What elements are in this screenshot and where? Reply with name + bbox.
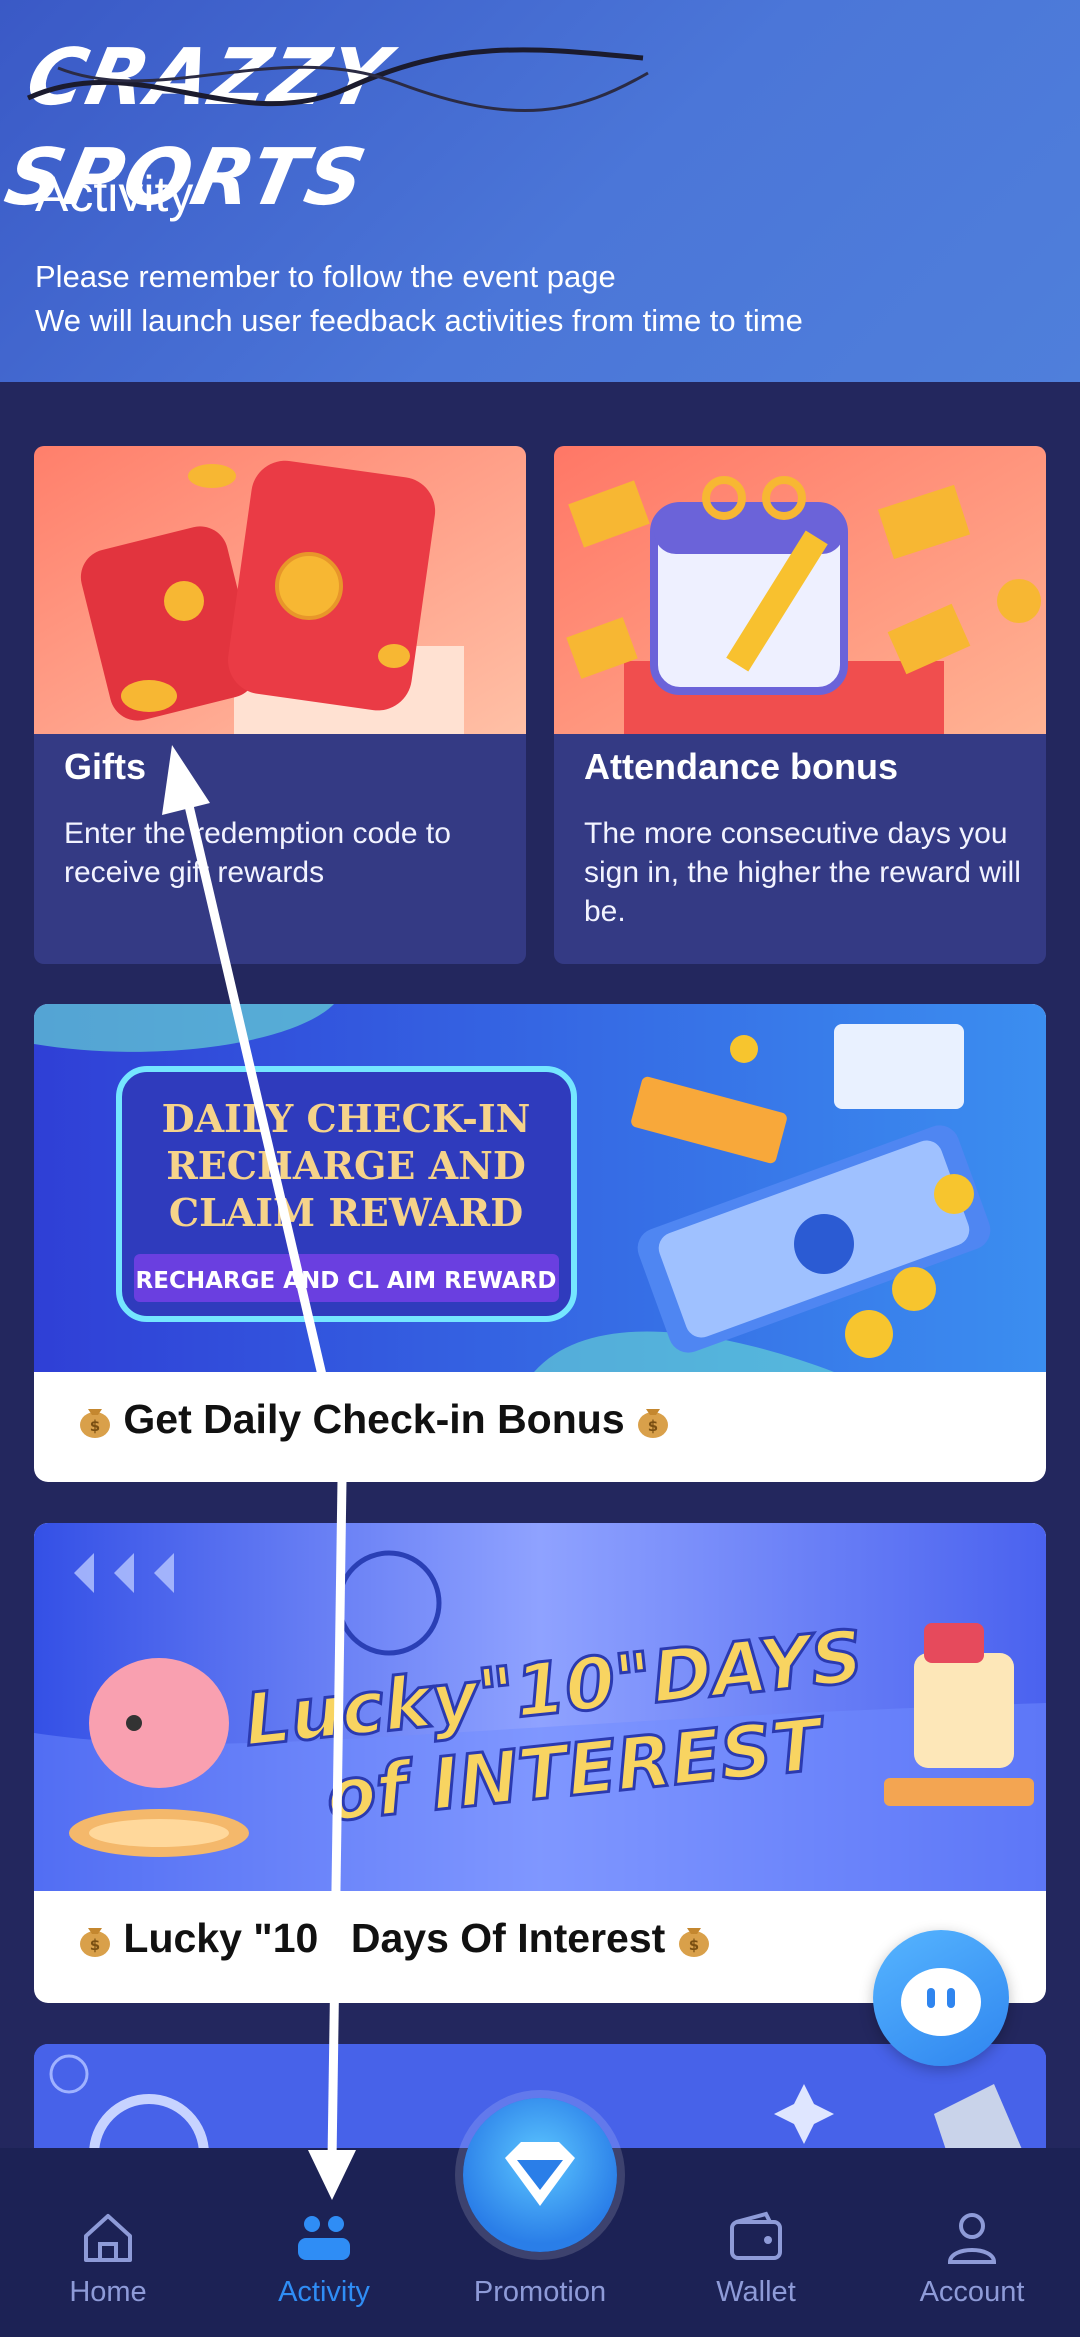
page-title: Activity	[35, 166, 194, 222]
header-desc-line-1: Please remember to follow the event page	[35, 259, 616, 294]
header-description: Please remember to follow the event page…	[35, 255, 803, 343]
svg-text:$: $	[90, 1417, 100, 1435]
brand-logo: CRAZZY SPORTS	[0, 28, 658, 223]
attendance-bonus-card[interactable]: Attendance bonus The more consecutive da…	[554, 446, 1046, 964]
nav-promotion-label: Promotion	[473, 2276, 607, 2308]
attendance-title: Attendance bonus	[584, 746, 899, 787]
svg-text:$: $	[689, 1936, 699, 1954]
money-bag-icon: $	[80, 1409, 110, 1438]
home-icon	[84, 2214, 132, 2262]
svg-text:$: $	[648, 1417, 658, 1435]
nav-wallet[interactable]: Wallet	[676, 2208, 836, 2309]
gifts-card[interactable]: Gifts Enter the redemption code to recei…	[34, 446, 526, 964]
nav-activity[interactable]: Activity	[244, 2208, 404, 2309]
page-header: CRAZZY SPORTS Activity Please remember t…	[0, 0, 1080, 382]
nav-wallet-label: Wallet	[716, 2276, 796, 2308]
nav-account-label: Account	[919, 2276, 1025, 2308]
money-bag-icon: $	[80, 1928, 110, 1957]
banner-2-caption: $ Lucky "10 ' Days Of Interest $	[78, 1915, 711, 1962]
banner-1-caption-text: Get Daily Check-in Bonus	[123, 1396, 625, 1442]
attendance-illustration	[554, 446, 1046, 734]
nav-home[interactable]: Home	[28, 2208, 188, 2309]
nav-account[interactable]: Account	[892, 2208, 1052, 2309]
money-bag-icon: $	[678, 1928, 709, 1957]
lucky-10-days-illustration: Lucky"10"DAYS of INTEREST	[34, 1523, 1046, 1891]
banner-1-headline-3: CLAIM REWARD	[169, 1190, 523, 1235]
chat-bot-icon	[901, 1968, 981, 2036]
gifts-illustration	[34, 446, 526, 734]
logo-swoosh-icon	[26, 47, 649, 113]
wallet-icon	[730, 2211, 782, 2260]
activity-icon	[298, 2216, 350, 2260]
daily-check-in-illustration: DAILY CHECK-IN RECHARGE AND CLAIM REWARD…	[34, 1004, 1046, 1372]
header-desc-line-2: We will launch user feedback activities …	[35, 303, 803, 338]
banner-1-caption: $ Get Daily Check-in Bonus $	[78, 1396, 670, 1443]
banner-1-headline-2: RECHARGE AND	[166, 1143, 526, 1188]
nav-home-label: Home	[69, 2276, 147, 2308]
diamond-icon	[505, 2142, 575, 2206]
promotion-center-button[interactable]	[463, 2098, 617, 2252]
banner-1-subline: RECHARGE AND CL AIM REWARD	[136, 1268, 557, 1294]
banner-2-caption-text: Lucky "10 ' Days Of Interest	[123, 1915, 666, 1961]
attendance-description: The more consecutive days you sign in, t…	[584, 817, 1021, 928]
svg-text:$: $	[90, 1936, 100, 1954]
account-icon	[947, 2213, 997, 2264]
money-bag-icon: $	[638, 1409, 669, 1438]
gifts-title: Gifts	[64, 746, 147, 787]
nav-activity-label: Activity	[278, 2276, 370, 2308]
banner-1-headline-1: DAILY CHECK-IN	[162, 1096, 531, 1141]
gifts-description: Enter the redemption code to receive gif…	[64, 817, 451, 889]
daily-check-in-banner[interactable]: DAILY CHECK-IN RECHARGE AND CLAIM REWARD…	[34, 1004, 1046, 1482]
chat-assistant-button[interactable]	[873, 1930, 1009, 2066]
